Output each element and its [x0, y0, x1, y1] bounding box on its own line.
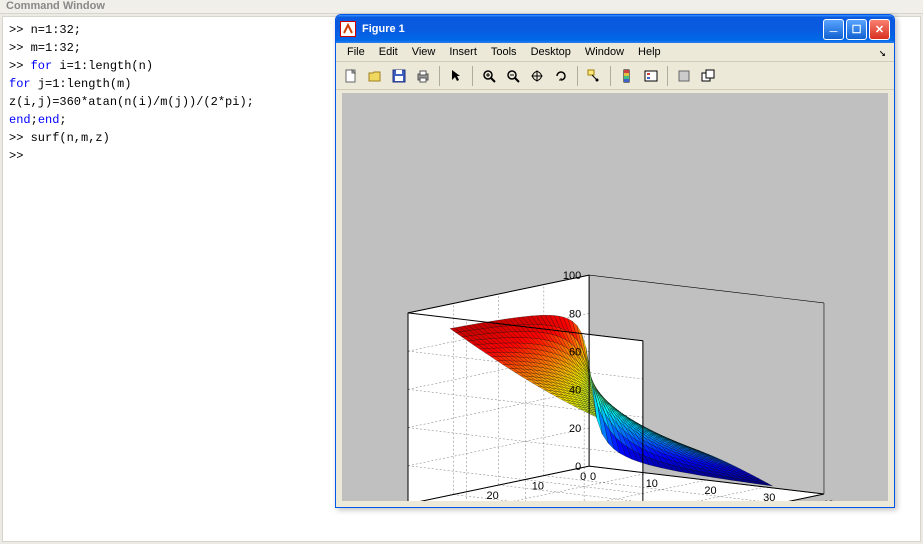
svg-text:10: 10 [532, 481, 544, 493]
zoom-out-icon[interactable] [502, 65, 524, 87]
menubar: File Edit View Insert Tools Desktop Wind… [336, 43, 894, 62]
save-icon[interactable] [388, 65, 410, 87]
svg-text:10: 10 [646, 478, 658, 490]
window-buttons: ─ ☐ ✕ [823, 19, 890, 40]
svg-text:100: 100 [563, 270, 581, 282]
toolbar-sep [439, 66, 440, 86]
menu-file[interactable]: File [340, 44, 372, 60]
svg-text:80: 80 [569, 308, 581, 320]
menu-desktop[interactable]: Desktop [524, 44, 578, 60]
hide-tools-icon[interactable] [673, 65, 695, 87]
menu-insert[interactable]: Insert [442, 44, 484, 60]
menu-window[interactable]: Window [578, 44, 631, 60]
figure-title: Figure 1 [362, 23, 405, 35]
float-icon[interactable] [697, 65, 719, 87]
open-icon[interactable] [364, 65, 386, 87]
plot-area[interactable]: 020406080100010203040010203040 [342, 93, 888, 501]
print-icon[interactable] [412, 65, 434, 87]
svg-text:30: 30 [763, 492, 775, 501]
colorbar-icon[interactable] [616, 65, 638, 87]
toolbar-sep [667, 66, 668, 86]
titlebar[interactable]: Figure 1 ─ ☐ ✕ [336, 15, 894, 43]
svg-text:30: 30 [441, 499, 453, 501]
arrow-icon[interactable] [445, 65, 467, 87]
maximize-button[interactable]: ☐ [846, 19, 867, 40]
toolbar-sep [577, 66, 578, 86]
menu-view[interactable]: View [405, 44, 443, 60]
menu-help[interactable]: Help [631, 44, 668, 60]
svg-text:60: 60 [569, 347, 581, 359]
new-icon[interactable] [340, 65, 362, 87]
toolbar-sep [472, 66, 473, 86]
menu-tools[interactable]: Tools [484, 44, 524, 60]
rotate-icon[interactable] [550, 65, 572, 87]
toolbar-sep [610, 66, 611, 86]
pan-icon[interactable] [526, 65, 548, 87]
legend-icon[interactable] [640, 65, 662, 87]
matlab-icon [340, 21, 356, 37]
minimize-button[interactable]: ─ [823, 19, 844, 40]
close-button[interactable]: ✕ [869, 19, 890, 40]
svg-text:20: 20 [569, 423, 581, 435]
data-cursor-icon[interactable] [583, 65, 605, 87]
figure-window: Figure 1 ─ ☐ ✕ File Edit View Insert Too… [335, 14, 895, 508]
zoom-in-icon[interactable] [478, 65, 500, 87]
command-window-title: Command Window [0, 0, 923, 14]
menu-edit[interactable]: Edit [372, 44, 405, 60]
surface-plot: 020406080100010203040010203040 [342, 93, 888, 501]
svg-text:20: 20 [487, 490, 499, 501]
svg-text:0: 0 [590, 471, 596, 483]
toolbar [336, 62, 894, 90]
svg-text:40: 40 [569, 385, 581, 397]
undock-icon[interactable]: ↘ [875, 43, 890, 61]
svg-text:20: 20 [704, 485, 716, 497]
svg-text:0: 0 [580, 471, 586, 483]
svg-text:40: 40 [822, 499, 834, 501]
